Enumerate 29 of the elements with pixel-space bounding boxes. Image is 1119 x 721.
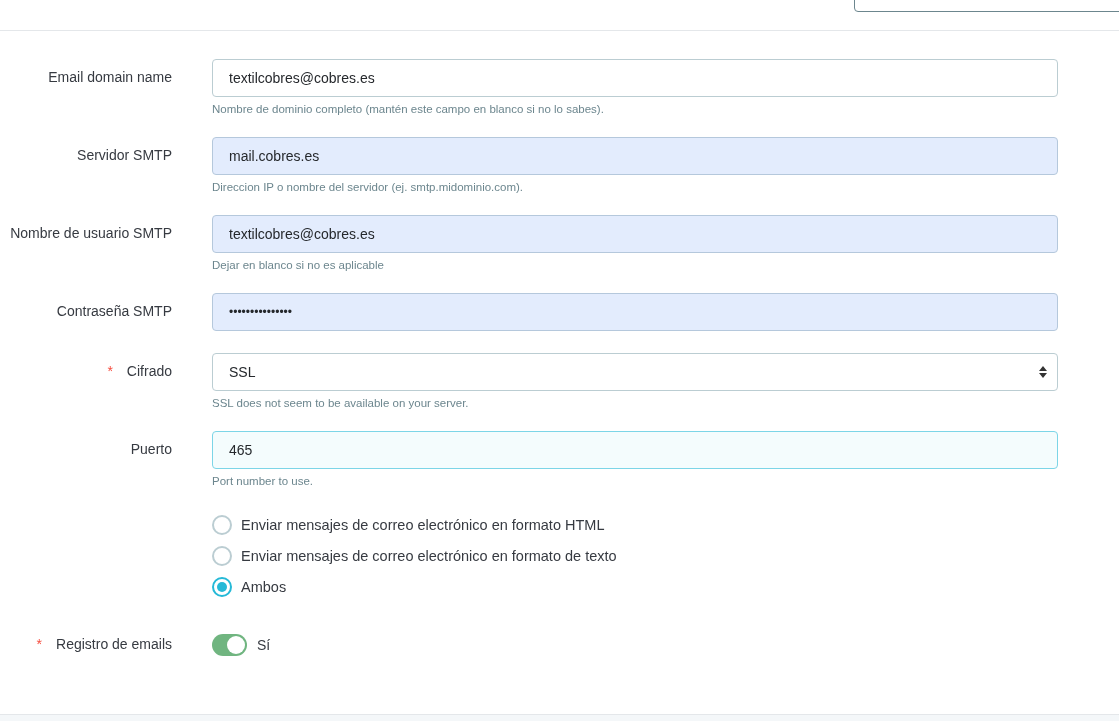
input-field[interactable]: textilcobres@cobres.es (212, 215, 1058, 253)
required-mark: * (36, 636, 43, 652)
input-field[interactable]: mail.cobres.es (212, 137, 1058, 175)
help-text: Dejar en blanco si no es aplicable (212, 259, 385, 271)
input-field[interactable]: 465 (212, 431, 1058, 469)
input-field[interactable]: textilcobres@cobres.es (212, 59, 1058, 97)
field-label: Nombre de usuario SMTP (10, 225, 172, 241)
required-mark: * (107, 363, 113, 379)
toggle-switch[interactable] (212, 634, 247, 656)
radio-button[interactable] (212, 576, 232, 597)
switch-value: Sí (257, 637, 271, 653)
input-field[interactable]: ••••••••••••••• (212, 293, 1058, 331)
select-field[interactable]: SSL (212, 353, 1058, 391)
radio-button[interactable] (212, 545, 232, 566)
radio-label[interactable]: Enviar mensajes de correo electrónico en formato de texto (241, 547, 617, 564)
field-label: Registro de emails (56, 636, 172, 652)
help-text: SSL does not seem to be available on your server. (212, 397, 470, 409)
field-label: Contraseña SMTP (56, 303, 172, 319)
field-label: Cifrado (126, 363, 172, 379)
radio-button[interactable] (212, 514, 232, 535)
radio-label[interactable]: Ambos (241, 578, 287, 595)
radio-label[interactable]: Enviar mensajes de correo electrónico en formato HTML (241, 516, 605, 533)
field-label: Puerto (130, 441, 172, 457)
help-text: Port number to use. (212, 475, 314, 487)
sort-caret-icon (1039, 366, 1047, 378)
field-label: Email domain name (48, 69, 172, 85)
help-text: Direccion IP o nombre del servidor (ej. smtp.midominio.com). (212, 181, 525, 193)
field-label: Servidor SMTP (77, 147, 172, 163)
help-text: Nombre de dominio completo (mantén este campo en blanco si no lo sabes). (212, 103, 605, 115)
